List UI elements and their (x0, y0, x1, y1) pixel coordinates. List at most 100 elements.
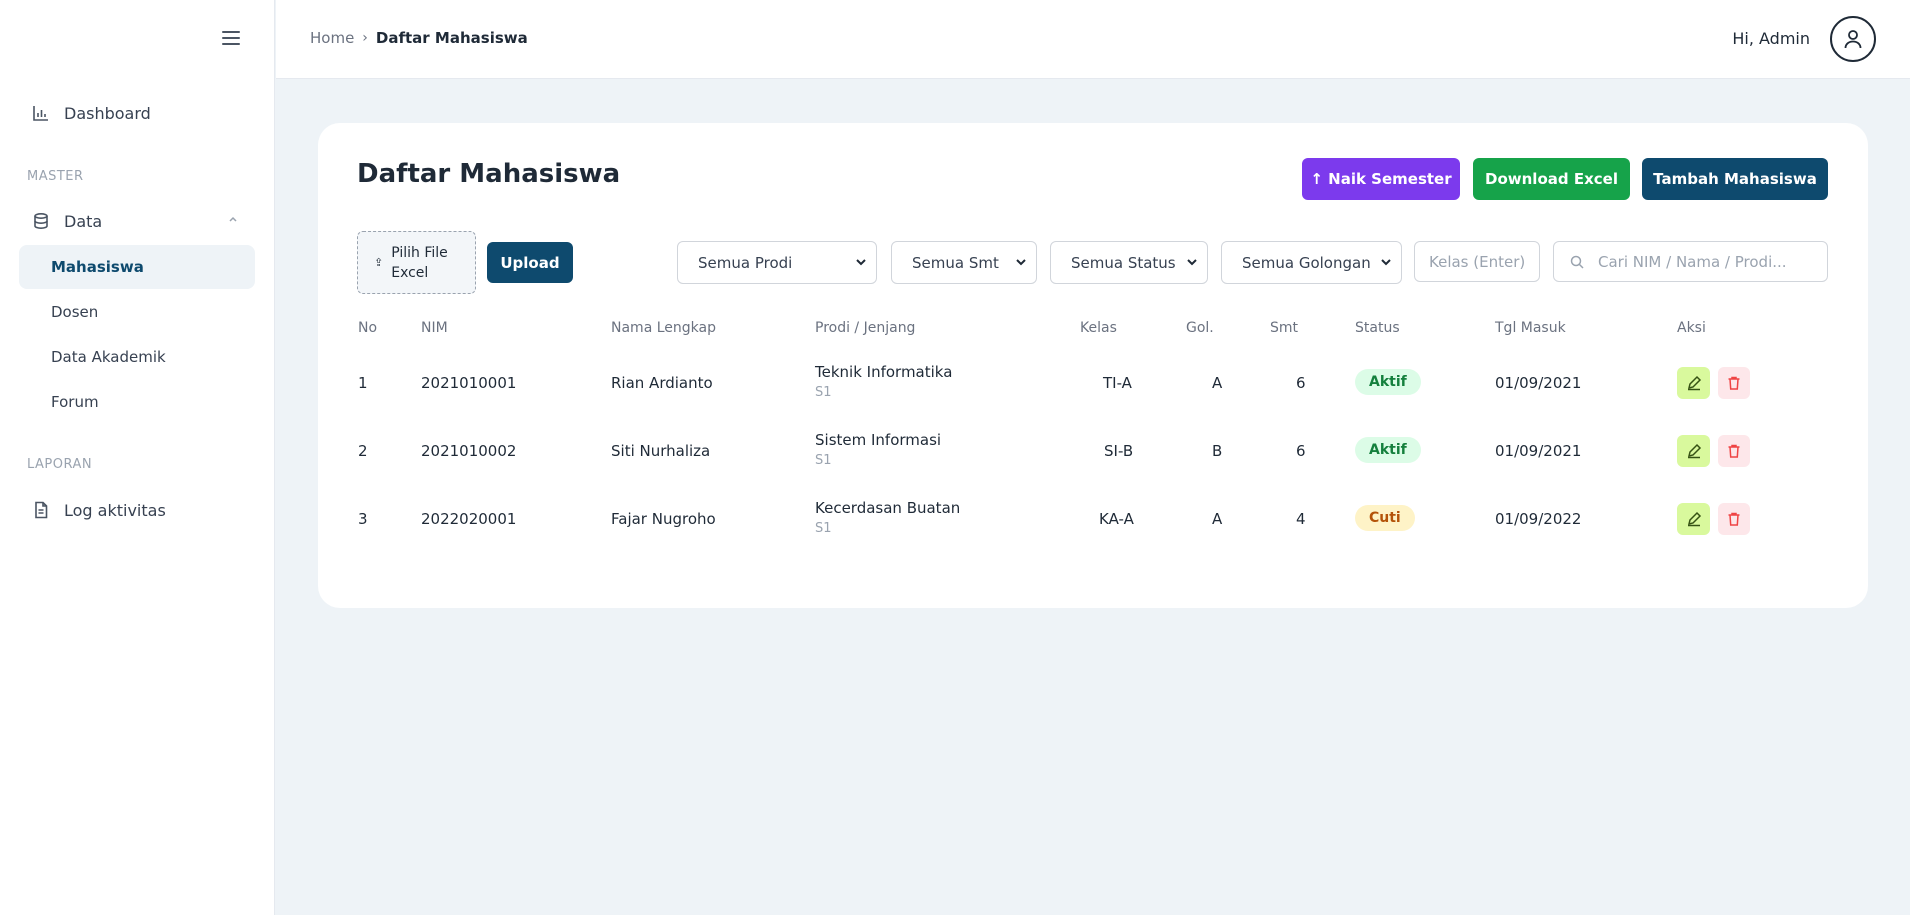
chart-icon (32, 104, 50, 122)
cell-no: 2 (358, 442, 368, 460)
column-header-tgl-masuk: Tgl Masuk (1495, 320, 1566, 336)
database-icon (32, 212, 50, 230)
cell-gol: A (1212, 374, 1223, 392)
chevron-down-icon (1016, 259, 1026, 266)
column-header-aksi: Aksi (1677, 320, 1706, 336)
chevron-right-icon: › (362, 30, 368, 46)
pencil-icon (1687, 443, 1701, 459)
file-picker-label: Pilih File Excel (391, 244, 448, 281)
trash-icon (1728, 444, 1740, 458)
sidebar-subitem-dosen[interactable]: Dosen (19, 290, 255, 334)
cell-no: 1 (358, 374, 368, 392)
column-header-nama: Nama Lengkap (611, 320, 716, 336)
column-header-prodi: Prodi / Jenjang (815, 320, 916, 336)
cell-prodi: Teknik Informatika (815, 363, 953, 381)
golongan-select-value: Semua Golongan (1242, 253, 1371, 272)
chevron-up-icon (229, 216, 237, 222)
edit-button[interactable] (1677, 435, 1710, 467)
column-header-no: No (358, 320, 378, 336)
cell-jenjang: S1 (815, 385, 832, 400)
cell-nama: Fajar Nugroho (611, 510, 716, 528)
menu-toggle-icon[interactable] (222, 31, 240, 45)
trash-icon (1728, 512, 1740, 526)
search-icon (1570, 255, 1584, 269)
naik-semester-button[interactable]: ↑ Naik Semester (1302, 158, 1460, 200)
page-title: Daftar Mahasiswa (357, 159, 621, 189)
cell-nama: Siti Nurhaliza (611, 442, 711, 460)
cell-jenjang: S1 (815, 521, 832, 536)
kelas-input[interactable]: Kelas (Enter) (1414, 241, 1540, 282)
content-card: Daftar Mahasiswa ↑ Naik Semester Downloa… (318, 123, 1868, 608)
sidebar-item-label: Log aktivitas (64, 500, 166, 520)
golongan-select[interactable]: Semua Golongan (1221, 241, 1402, 284)
column-header-smt: Smt (1270, 320, 1299, 336)
smt-select-value: Semua Smt (912, 253, 999, 272)
column-header-status: Status (1355, 320, 1400, 336)
sidebar-item-data[interactable]: Data (20, 201, 254, 241)
sidebar-subitem-mahasiswa[interactable]: Mahasiswa (19, 245, 255, 289)
cell-kelas: KA-A (1099, 510, 1134, 528)
status-badge: Aktif (1355, 369, 1421, 395)
chevron-down-icon (1187, 259, 1197, 266)
status-select[interactable]: Semua Status (1050, 241, 1208, 284)
cell-tgl-masuk: 01/09/2021 (1495, 442, 1582, 460)
breadcrumb: Home › Daftar Mahasiswa (310, 29, 528, 47)
delete-button[interactable] (1718, 435, 1750, 467)
cell-tgl-masuk: 01/09/2022 (1495, 510, 1582, 528)
column-header-nim: NIM (421, 320, 448, 336)
cell-tgl-masuk: 01/09/2021 (1495, 374, 1582, 392)
cell-kelas: SI-B (1104, 442, 1134, 460)
user-greeting: Hi, Admin (1732, 29, 1810, 48)
search-placeholder: Cari NIM / Nama / Prodi... (1598, 252, 1787, 271)
search-input[interactable]: Cari NIM / Nama / Prodi... (1553, 241, 1828, 282)
cell-prodi: Kecerdasan Buatan (815, 499, 961, 517)
breadcrumb-home[interactable]: Home (310, 29, 354, 47)
pencil-icon (1687, 375, 1701, 391)
delete-button[interactable] (1718, 367, 1750, 399)
prodi-select-value: Semua Prodi (698, 253, 793, 272)
cell-nim: 2022020001 (421, 510, 517, 528)
column-header-gol: Gol. (1186, 320, 1214, 336)
prodi-select[interactable]: Semua Prodi (677, 241, 877, 284)
top-bar: Home › Daftar Mahasiswa Hi, Admin (276, 0, 1910, 79)
status-select-value: Semua Status (1071, 253, 1176, 272)
cell-prodi: Sistem Informasi (815, 431, 942, 449)
delete-button[interactable] (1718, 503, 1750, 535)
section-label-laporan: LAPORAN (27, 457, 93, 472)
chevron-down-icon (856, 259, 866, 266)
smt-select[interactable]: Semua Smt (891, 241, 1037, 284)
cell-nim: 2021010002 (421, 442, 517, 460)
section-label-master: MASTER (27, 169, 84, 184)
sidebar-item-dashboard[interactable]: Dashboard (20, 93, 254, 133)
edit-button[interactable] (1677, 503, 1710, 535)
cell-smt: 6 (1296, 374, 1306, 392)
edit-button[interactable] (1677, 367, 1710, 399)
tambah-mahasiswa-button[interactable]: Tambah Mahasiswa (1642, 158, 1828, 200)
cell-gol: A (1212, 510, 1223, 528)
breadcrumb-current: Daftar Mahasiswa (375, 29, 528, 47)
upload-icon: ⇪ (374, 256, 384, 269)
sidebar-subitem-forum[interactable]: Forum (19, 380, 255, 424)
cell-kelas: TI-A (1103, 374, 1132, 392)
sidebar-item-label: Dashboard (64, 103, 151, 123)
status-badge: Cuti (1355, 505, 1415, 531)
user-avatar-icon[interactable] (1830, 16, 1876, 62)
cell-gol: B (1212, 442, 1223, 460)
trash-icon (1728, 376, 1740, 390)
sidebar: Dashboard MASTER Data Mahasiswa Dosen Da… (0, 0, 275, 915)
sidebar-item-label: Data (64, 211, 103, 231)
file-picker[interactable]: ⇪ Pilih File Excel (357, 231, 476, 294)
download-excel-button[interactable]: Download Excel (1473, 158, 1630, 200)
sidebar-item-log-aktivitas[interactable]: Log aktivitas (20, 490, 254, 530)
document-icon (32, 501, 50, 519)
cell-no: 3 (358, 510, 368, 528)
cell-jenjang: S1 (815, 453, 832, 468)
cell-smt: 4 (1296, 510, 1306, 528)
cell-nama: Rian Ardianto (611, 374, 713, 392)
column-header-kelas: Kelas (1080, 320, 1117, 336)
chevron-down-icon (1381, 259, 1391, 266)
pencil-icon (1687, 511, 1701, 527)
upload-button[interactable]: Upload (487, 242, 573, 283)
sidebar-subitem-data-akademik[interactable]: Data Akademik (19, 335, 255, 379)
cell-nim: 2021010001 (421, 374, 517, 392)
